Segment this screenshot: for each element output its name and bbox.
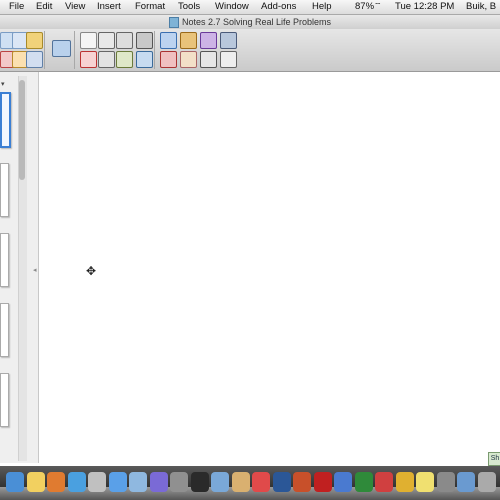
eraser-icon[interactable] [200,32,217,49]
preview-icon[interactable] [211,472,229,492]
battery-status[interactable]: 87% [355,1,374,12]
launchpad-icon[interactable] [88,472,106,492]
folder-icon[interactable] [457,472,475,492]
trash-icon[interactable] [477,472,496,492]
table-icon[interactable] [116,51,133,68]
menu-insert[interactable]: Insert [97,1,121,12]
menu-view[interactable]: View [65,1,85,12]
acrobat-icon[interactable] [313,472,332,492]
calendar-icon[interactable] [252,472,270,492]
sidebar-dropdown-icon[interactable]: ▾ [1,80,5,88]
page-thumbnail[interactable] [0,303,9,357]
mail-icon[interactable] [129,472,147,492]
excel-icon[interactable] [354,472,373,492]
save-icon[interactable] [26,51,43,68]
fullscreen-icon[interactable] [136,51,153,68]
menu-add-ons[interactable]: Add-ons [261,1,296,12]
line-icon[interactable] [200,51,217,68]
page-thumbnail[interactable] [0,233,9,287]
notes-icon[interactable] [26,472,45,492]
page-thumbnail[interactable] [0,92,11,148]
status-tag: Sh [488,452,500,466]
misc-icon[interactable] [436,472,455,492]
itunes-icon[interactable] [149,472,168,492]
textedit-icon[interactable] [334,472,352,492]
photo-icon[interactable] [231,472,250,492]
select-arrow-icon[interactable] [160,32,177,49]
sidebar-scroll-thumb[interactable] [19,80,25,180]
menu-edit[interactable]: Edit [36,1,52,12]
page-thumbnail[interactable] [0,163,9,217]
pen-icon[interactable] [180,32,197,49]
display-icon[interactable] [52,40,71,57]
menu-window[interactable]: Window [215,1,249,12]
menu-bar: File Edit View Insert Format Tools Windo… [0,0,500,15]
document-icon [168,17,179,29]
word-icon[interactable] [272,472,291,492]
firefox-icon[interactable] [47,472,65,492]
menu-file[interactable]: File [9,1,24,12]
menu-tools[interactable]: Tools [178,1,200,12]
magic-pen-icon[interactable] [220,32,237,49]
page-thumbnail[interactable] [0,373,9,427]
dvd-icon[interactable] [190,472,209,492]
menu-format[interactable]: Format [135,1,165,12]
ical-icon[interactable] [375,472,393,492]
menu-help[interactable]: Help [312,1,332,12]
wifi-icon[interactable]: ⌔ [374,1,382,11]
move-cursor-icon: ✥ [86,264,97,278]
creative-pen-icon[interactable] [160,51,177,68]
insert-picture-icon[interactable] [98,32,115,49]
clock[interactable]: Tue 12:28 PM [395,1,454,12]
system-prefs-icon[interactable] [170,472,188,492]
delete-page-icon[interactable] [80,51,97,68]
screen-shade-icon[interactable] [136,32,153,49]
user-name[interactable]: Buik, B [466,1,496,12]
show-hide-icon[interactable] [98,51,115,68]
chrome-icon[interactable] [395,472,414,492]
whiteboard-canvas[interactable] [39,72,500,463]
collapse-sidebar-icon[interactable]: ◂ [33,266,37,274]
safari-icon[interactable] [67,472,86,492]
stickies-icon[interactable] [416,472,434,492]
window-title: Notes 2.7 Solving Real Life Problems [181,17,332,27]
text-icon[interactable] [180,51,197,68]
new-page-icon[interactable] [80,32,97,49]
capture-icon[interactable] [116,32,133,49]
window-title-bar: Notes 2.7 Solving Real Life Problems [0,15,500,29]
open-folder-icon[interactable] [26,32,43,49]
fill-icon[interactable] [220,51,237,68]
toolbar [0,29,500,72]
powerpoint-icon[interactable] [293,472,311,492]
finder-icon[interactable] [6,472,24,492]
app-store-icon[interactable] [108,472,127,492]
